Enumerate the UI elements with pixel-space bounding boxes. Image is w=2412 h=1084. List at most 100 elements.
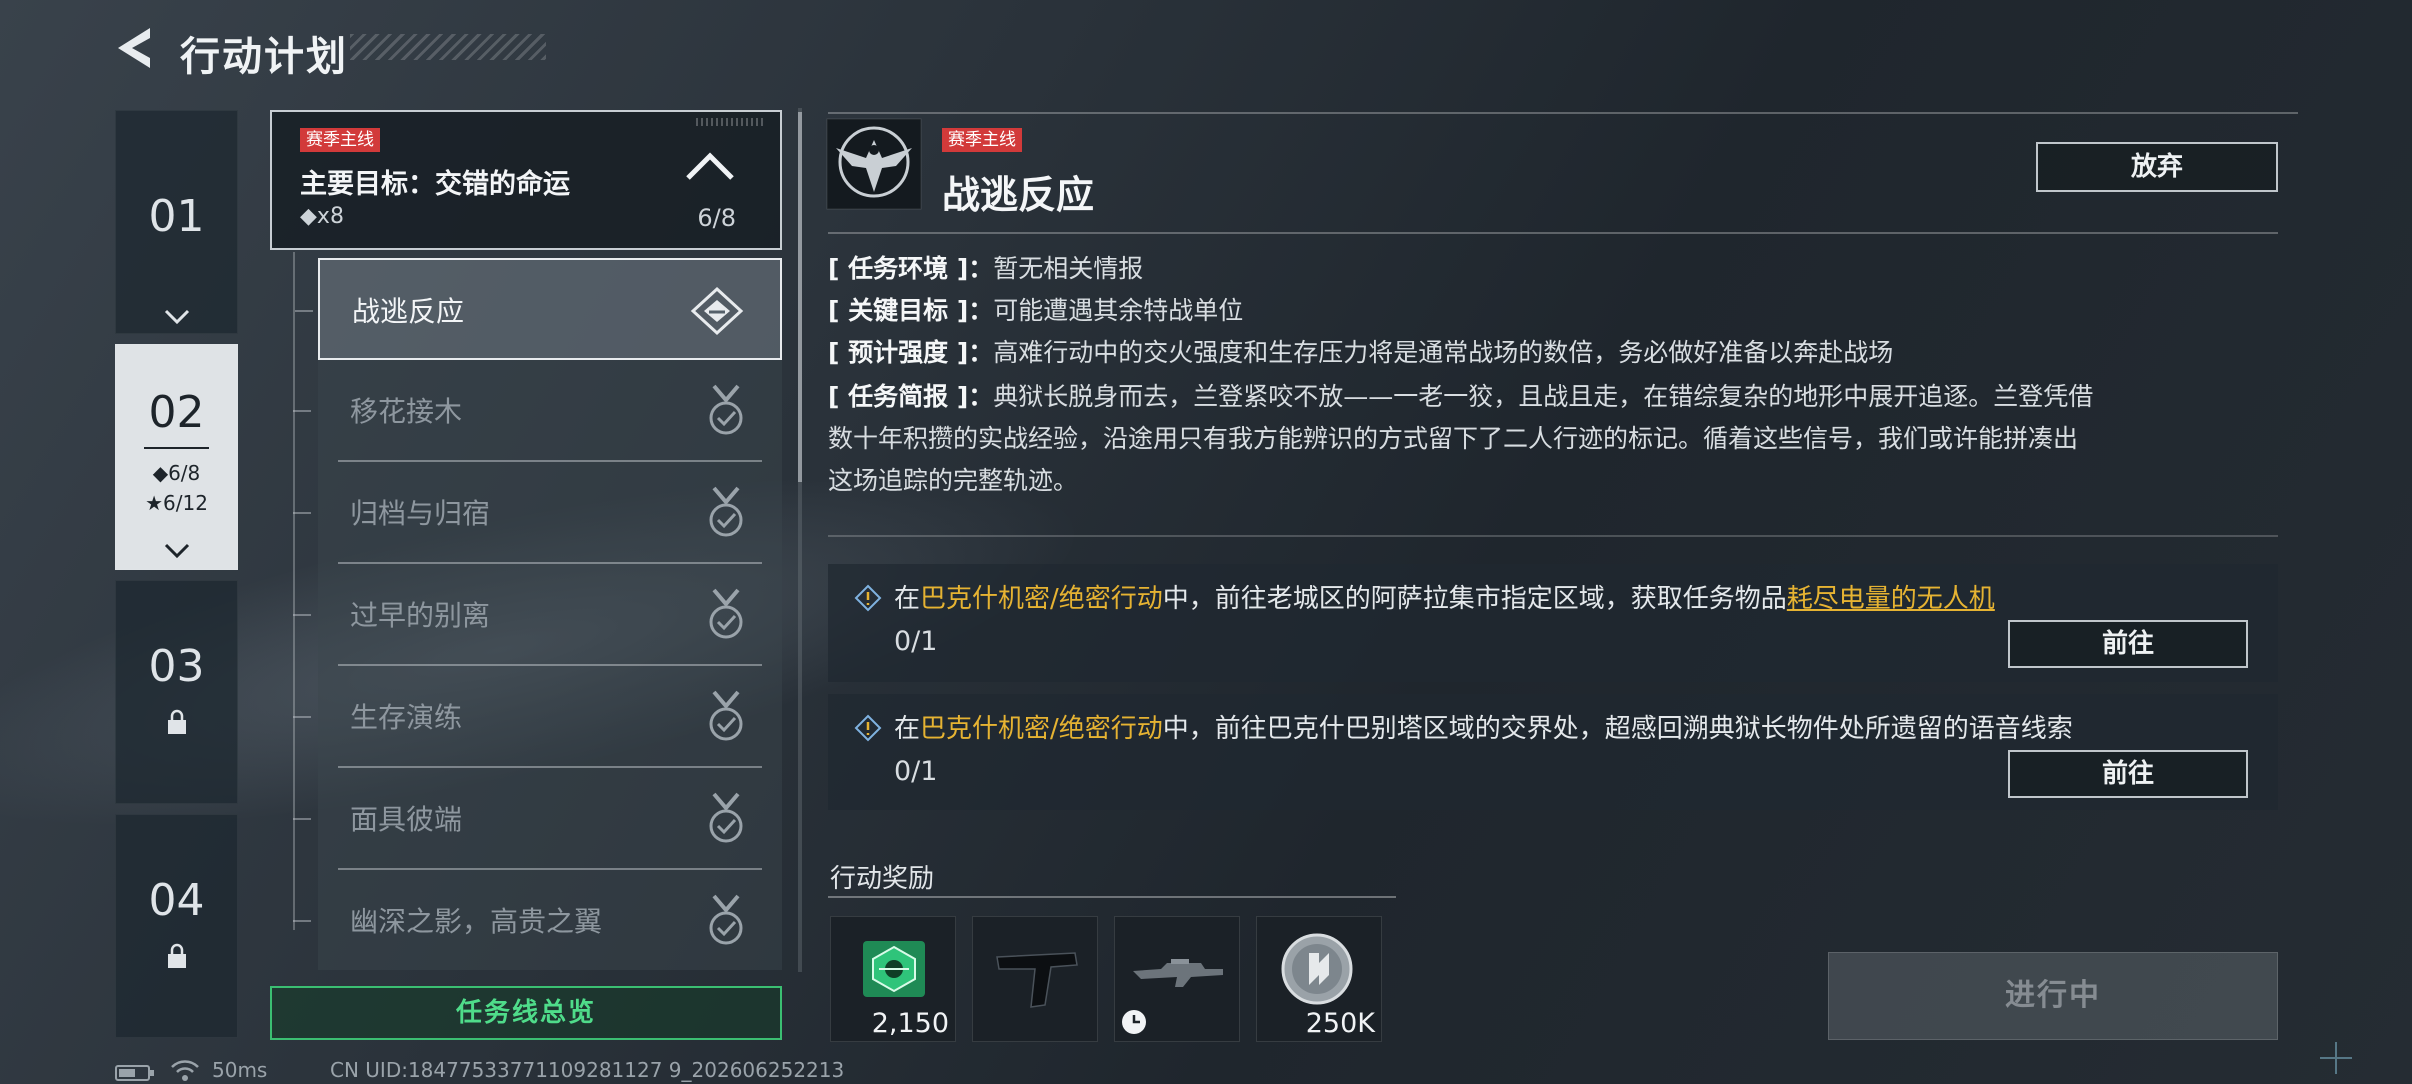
completed-medal-icon	[709, 690, 743, 741]
chapter-number: 04	[148, 875, 205, 926]
silver-coin-icon	[1281, 933, 1353, 1005]
in-progress-button: 进行中	[1828, 952, 2278, 1040]
section-rule	[828, 535, 2278, 537]
battery-icon	[115, 1065, 154, 1081]
chapter-tab-03[interactable]: 03	[115, 580, 238, 804]
tree-branch	[295, 310, 313, 312]
title-rule	[828, 232, 2278, 234]
weapon-grip-icon	[996, 952, 1078, 1008]
info-intensity: [ 预计强度 ]：高难行动中的交火强度和生存压力将是通常战场的数倍，务必做好准备…	[828, 332, 2278, 373]
chevron-down-icon	[164, 309, 189, 325]
completed-medal-icon	[709, 486, 743, 537]
chapter-number: 01	[148, 191, 205, 242]
objective-text: 在巴克什机密/绝密行动中，前往老城区的阿萨拉集市指定区域，获取任务物品耗尽电量的…	[894, 584, 1995, 614]
completed-medal-icon	[709, 894, 743, 945]
tree-line	[293, 252, 295, 930]
objective-diamond-icon	[854, 714, 882, 742]
mission-item[interactable]: 过早的别离	[293, 564, 782, 666]
chapter-star-progress: ★6/12	[145, 491, 208, 515]
info-value: 暂无相关情报	[993, 254, 1144, 283]
eagle-emblem-icon	[826, 118, 922, 210]
mission-item[interactable]: 面具彼端	[293, 768, 782, 870]
green-badge-icon	[863, 941, 925, 997]
mission-item[interactable]: 移花接木	[293, 360, 782, 462]
mission-title: 战逃反应	[942, 173, 1095, 217]
mission-item[interactable]: 归档与归宿	[293, 462, 782, 564]
info-key: [ 任务环境 ]：	[828, 254, 994, 283]
info-key: [ 预计强度 ]：	[828, 338, 994, 367]
chapter-main-progress: ◆6/8	[152, 461, 201, 485]
wifi-icon	[171, 1060, 199, 1081]
objective-text: 在巴克什机密/绝密行动中，前往巴克什巴别塔区域的交界处，超感回溯典狱长物件处所遗…	[894, 714, 2073, 744]
completed-medal-icon	[709, 588, 743, 639]
back-arrow-icon[interactable]	[112, 24, 156, 72]
reward-item[interactable]: 250K	[1256, 916, 1382, 1042]
tree-branch	[293, 614, 311, 616]
ping-readout: 50ms	[212, 1058, 268, 1082]
header-decoration	[696, 118, 766, 126]
objective-item: 在巴克什机密/绝密行动中，前往老城区的阿萨拉集市指定区域，获取任务物品耗尽电量的…	[828, 564, 2278, 682]
tree-branch	[293, 716, 311, 718]
completed-medal-icon	[709, 792, 743, 843]
questline-header[interactable]: 赛季主线 主要目标：交错的命运 ◆x8 6/8	[270, 110, 782, 250]
questline-goal: 主要目标：交错的命运	[300, 169, 570, 200]
in-progress-diamond-icon	[690, 286, 744, 336]
info-key-target: [ 关键目标 ]：可能遭遇其余特战单位	[828, 290, 2278, 331]
chevron-up-icon[interactable]	[684, 152, 736, 182]
player-uid: CN UID:18477533771109281127 9_2026062522…	[330, 1058, 845, 1082]
objective-mode-link: 巴克什机密/绝密行动	[920, 584, 1163, 614]
reward-item[interactable]	[972, 916, 1098, 1042]
clock-icon	[1122, 1010, 1146, 1034]
questline-overview-button[interactable]: 任务线总览	[270, 986, 782, 1040]
top-rule	[828, 112, 2298, 114]
reward-item[interactable]: 2,150	[830, 916, 956, 1042]
reward-quantity: 2,150	[871, 1008, 949, 1039]
info-environment: [ 任务环境 ]：暂无相关情报	[828, 248, 2278, 289]
reward-item[interactable]	[1114, 916, 1240, 1042]
info-key: [ 任务简报 ]：	[828, 382, 994, 411]
mission-name: 归档与归宿	[350, 497, 491, 530]
objective-item: 在巴克什机密/绝密行动中，前往巴克什巴别塔区域的交界处，超感回溯典狱长物件处所遗…	[828, 694, 2278, 810]
brief-line: 典狱长脱身而去，兰登紧咬不放——一老一狡，且战且走，在错综复杂的地形中展开追逐。…	[993, 382, 2094, 411]
abandon-button[interactable]: 放弃	[2036, 142, 2278, 192]
mission-item[interactable]: 幽深之影，高贵之翼	[293, 870, 782, 972]
objective-item-link[interactable]: 耗尽电量的无人机	[1787, 584, 1995, 614]
go-button[interactable]: 前往	[2008, 620, 2248, 668]
chapter-divider	[144, 447, 209, 449]
lock-icon	[167, 709, 186, 734]
objective-mode-link: 巴克什机密/绝密行动	[920, 714, 1163, 744]
tree-branch	[293, 920, 311, 922]
chapter-tab-02[interactable]: 02 ◆6/8 ★6/12	[115, 344, 238, 570]
chapter-number: 02	[148, 387, 205, 438]
tree-branch	[293, 410, 311, 412]
mission-item[interactable]: 生存演练	[293, 666, 782, 768]
page-title: 行动计划	[180, 34, 348, 80]
chevron-down-icon	[164, 543, 189, 559]
scrollbar-thumb[interactable]	[798, 112, 802, 482]
tree-branch	[293, 818, 311, 820]
go-button[interactable]: 前往	[2008, 750, 2248, 798]
rewards-label: 行动奖励	[830, 864, 935, 894]
objective-progress: 0/1	[894, 756, 938, 787]
info-brief: [ 任务简报 ]：典狱长脱身而去，兰登紧咬不放——一老一狡，且战且走，在错综复杂…	[828, 376, 2278, 502]
brief-line: 数十年积攒的实战经验，沿途用只有我方能辨识的方式留下了二人行迹的标记。循着这些信…	[828, 424, 2079, 453]
title-decoration	[350, 34, 546, 60]
questline-count: ◆x8	[300, 204, 344, 229]
info-key: [ 关键目标 ]：	[828, 296, 994, 325]
objective-diamond-icon	[854, 584, 882, 612]
chapter-tab-04[interactable]: 04	[115, 814, 238, 1038]
season-main-tag: 赛季主线	[942, 128, 1022, 152]
mission-name: 移花接木	[350, 395, 463, 428]
mission-name: 面具彼端	[350, 803, 463, 836]
lock-icon	[167, 943, 186, 968]
chapter-tab-01[interactable]: 01	[115, 110, 238, 334]
rewards-rule	[828, 896, 1396, 898]
tree-branch	[293, 512, 311, 514]
completed-medal-icon	[709, 384, 743, 435]
brief-line: 这场追踪的完整轨迹。	[828, 466, 1079, 495]
info-value: 可能遭遇其余特战单位	[993, 296, 1244, 325]
mission-name: 生存演练	[350, 701, 463, 734]
mission-item[interactable]: 战逃反应	[295, 258, 782, 360]
objective-progress: 0/1	[894, 626, 938, 657]
mission-name: 战逃反应	[352, 295, 465, 328]
